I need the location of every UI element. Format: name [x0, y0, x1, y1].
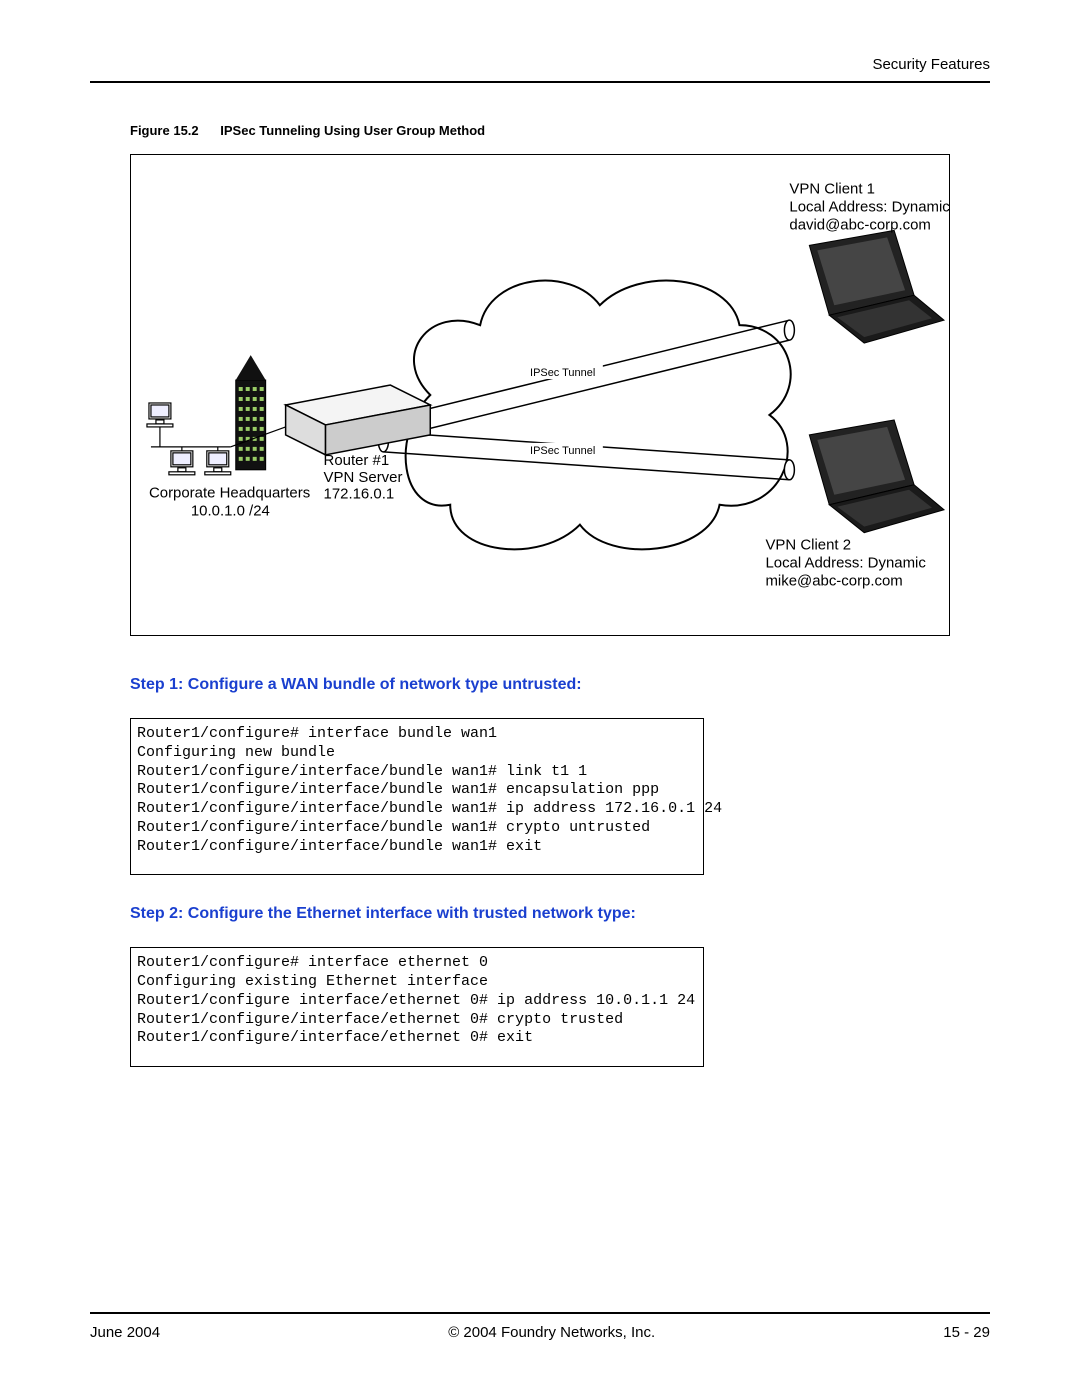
footer-page: 15 - 29 — [943, 1324, 990, 1341]
tunnel-2-label: IPSec Tunnel — [530, 445, 595, 457]
client2-line3: mike@abc-corp.com — [765, 573, 902, 590]
cloud-icon — [406, 281, 791, 550]
header-section: Security Features — [90, 56, 990, 81]
step1-heading: Step 1: Configure a WAN bundle of networ… — [130, 676, 950, 694]
footer: June 2004 © 2004 Foundry Networks, Inc. … — [90, 1312, 990, 1341]
hq-line2: 10.0.1.0 /24 — [191, 503, 270, 520]
laptop-2-icon — [809, 420, 944, 533]
client1-line3: david@abc-corp.com — [789, 216, 931, 233]
client1-line2: Local Address: Dynamic — [789, 198, 949, 215]
figure-title: IPSec Tunneling Using User Group Method — [220, 123, 485, 138]
building-icon — [236, 355, 266, 470]
footer-copyright: © 2004 Foundry Networks, Inc. — [448, 1324, 655, 1341]
router-line2: VPN Server — [324, 469, 403, 486]
figure-number: Figure 15.2 — [130, 123, 199, 138]
footer-rule — [90, 1312, 990, 1314]
router-line1: Router #1 — [324, 452, 390, 469]
tunnel-1-label: IPSec Tunnel — [530, 367, 595, 379]
desktop-2-icon — [169, 451, 195, 475]
step2-code: Router1/configure# interface ethernet 0 … — [130, 947, 704, 1067]
diagram: IPSec Tunnel IPSec Tunnel — [130, 154, 950, 636]
figure-caption: Figure 15.2 IPSec Tunneling Using User G… — [130, 123, 990, 138]
hq-line1: Corporate Headquarters — [149, 485, 310, 502]
desktop-3-icon — [205, 451, 231, 475]
step2-heading: Step 2: Configure the Ethernet interface… — [130, 905, 950, 923]
client2-line2: Local Address: Dynamic — [765, 555, 926, 572]
desktop-1-icon — [147, 403, 173, 427]
header-rule — [90, 81, 990, 83]
client1-line1: VPN Client 1 — [789, 180, 875, 197]
page: Security Features Figure 15.2 IPSec Tunn… — [0, 0, 1080, 1397]
diagram-svg: IPSec Tunnel IPSec Tunnel — [131, 155, 949, 635]
client2-line1: VPN Client 2 — [765, 537, 851, 554]
step1-code: Router1/configure# interface bundle wan1… — [130, 718, 704, 875]
footer-date: June 2004 — [90, 1324, 160, 1341]
router-line3: 172.16.0.1 — [324, 486, 395, 503]
laptop-1-icon — [809, 230, 944, 343]
